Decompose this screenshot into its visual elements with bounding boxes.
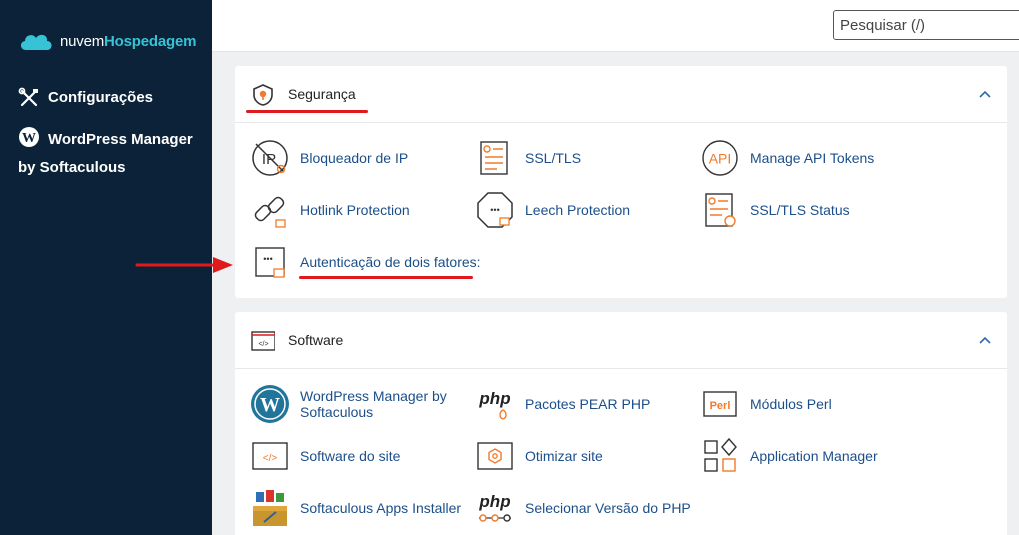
code-window-icon: </> (252, 442, 288, 470)
wordpress-manager-item[interactable]: W WordPress Manager by Softaculous (250, 384, 450, 424)
ssl-tls-item[interactable]: SSL/TLS (475, 138, 581, 178)
wordpress-manager-label: WordPress Manager by Softaculous (300, 388, 447, 420)
annotation-arrow-icon (135, 257, 233, 273)
pear-php-item[interactable]: php Pacotes PEAR PHP (475, 384, 650, 424)
hotlink-protection-item[interactable]: Hotlink Protection (250, 190, 410, 230)
svg-text:php: php (478, 492, 510, 511)
security-panel: Segurança IP Bloqueador de IP SSL/TLS AP… (235, 66, 1007, 298)
svg-text:</>: </> (263, 453, 278, 464)
svg-text:Perl: Perl (710, 400, 731, 412)
svg-text:•••: ••• (490, 205, 499, 215)
application-manager-label: Application Manager (750, 448, 878, 464)
software-panel: </> Software W WordPress Manager by Soft… (235, 312, 1007, 535)
shield-icon (253, 84, 273, 106)
optimize-gear-icon (477, 442, 513, 470)
cloud-logo-icon (20, 34, 52, 50)
security-panel-title: Segurança (288, 86, 356, 102)
octagon-lock-icon: ••• (477, 192, 513, 228)
php-pear-icon: php (478, 389, 511, 420)
svg-text:php: php (478, 389, 510, 408)
manage-api-tokens-label: Manage API Tokens (750, 150, 875, 166)
sidebar-item-label: W WordPress Manager by Softaculous (18, 126, 203, 182)
sidebar-item-configuracoes[interactable]: Configurações (18, 84, 153, 112)
api-icon: API (702, 140, 738, 176)
leech-protection-item[interactable]: ••• Leech Protection (475, 190, 630, 230)
softaculous-installer-item[interactable]: Softaculous Apps Installer (250, 488, 461, 528)
code-window-icon: </> (251, 331, 275, 351)
sidebar-item-wordpress-manager[interactable]: W WordPress Manager by Softaculous (18, 126, 203, 182)
wordpress-icon: W (251, 385, 289, 423)
softaculous-installer-label: Softaculous Apps Installer (300, 500, 462, 516)
site-software-label: Software do site (300, 448, 401, 464)
optimize-site-item[interactable]: Otimizar site (475, 436, 603, 476)
chain-link-icon (254, 196, 286, 228)
perl-modules-label: Módulos Perl (750, 396, 832, 412)
ip-blocker-label: Bloqueador de IP (300, 150, 409, 166)
manage-api-tokens-item[interactable]: API Manage API Tokens (700, 138, 874, 178)
annotation-underline-two-factor (299, 276, 473, 279)
top-bar (212, 0, 1019, 52)
two-factor-icon: ••• (255, 247, 285, 278)
software-panel-title: Software (288, 332, 344, 348)
svg-text:IP: IP (262, 151, 276, 168)
svg-text:W: W (22, 131, 36, 146)
svg-text:API: API (709, 151, 732, 167)
svg-text:</>: </> (258, 341, 268, 348)
brand-logo[interactable]: nuvem Hospedagem (18, 26, 196, 56)
optimize-site-label: Otimizar site (525, 448, 603, 464)
ip-blocker-item[interactable]: IP Bloqueador de IP (250, 138, 408, 178)
hotlink-protection-label: Hotlink Protection (300, 202, 410, 218)
tools-icon (18, 87, 38, 107)
svg-text:•••: ••• (263, 254, 272, 264)
chevron-up-icon[interactable] (977, 332, 993, 348)
annotation-underline-security (246, 110, 368, 113)
ssl-tls-status-item[interactable]: SSL/TLS Status (700, 190, 850, 230)
svg-text:W: W (260, 394, 280, 416)
chevron-up-icon[interactable] (977, 86, 993, 102)
wordpress-icon: W (19, 127, 39, 147)
two-factor-auth-label: Autenticação de dois fatores: (300, 254, 481, 270)
certificate-icon (480, 141, 508, 175)
ip-blocker-icon: IP (252, 140, 288, 176)
ssl-tls-status-label: SSL/TLS Status (750, 202, 850, 218)
application-manager-item[interactable]: Application Manager (700, 436, 878, 476)
brand-name-part2: Hospedagem (104, 32, 197, 50)
software-panel-header[interactable]: </> Software (235, 312, 1007, 369)
search-input[interactable] (833, 10, 1019, 40)
leech-protection-label: Leech Protection (525, 202, 631, 218)
site-software-item[interactable]: </> Software do site (250, 436, 400, 476)
perl-modules-item[interactable]: Perl Módulos Perl (700, 384, 832, 424)
perl-icon: Perl (703, 391, 737, 417)
certificate-status-icon (705, 193, 736, 227)
ssl-tls-label: SSL/TLS (525, 150, 582, 166)
security-panel-header[interactable]: Segurança (235, 66, 1007, 123)
pear-php-label: Pacotes PEAR PHP (525, 396, 651, 412)
softaculous-box-icon (253, 490, 287, 526)
select-php-version-label: Selecionar Versão do PHP (525, 500, 691, 516)
apps-grid-icon (704, 437, 737, 472)
php-version-icon: php (478, 492, 511, 522)
select-php-version-item[interactable]: php Selecionar Versão do PHP (475, 488, 691, 528)
sidebar-item-label: Configurações (48, 89, 154, 106)
brand-name-part1: nuvem (60, 32, 105, 50)
